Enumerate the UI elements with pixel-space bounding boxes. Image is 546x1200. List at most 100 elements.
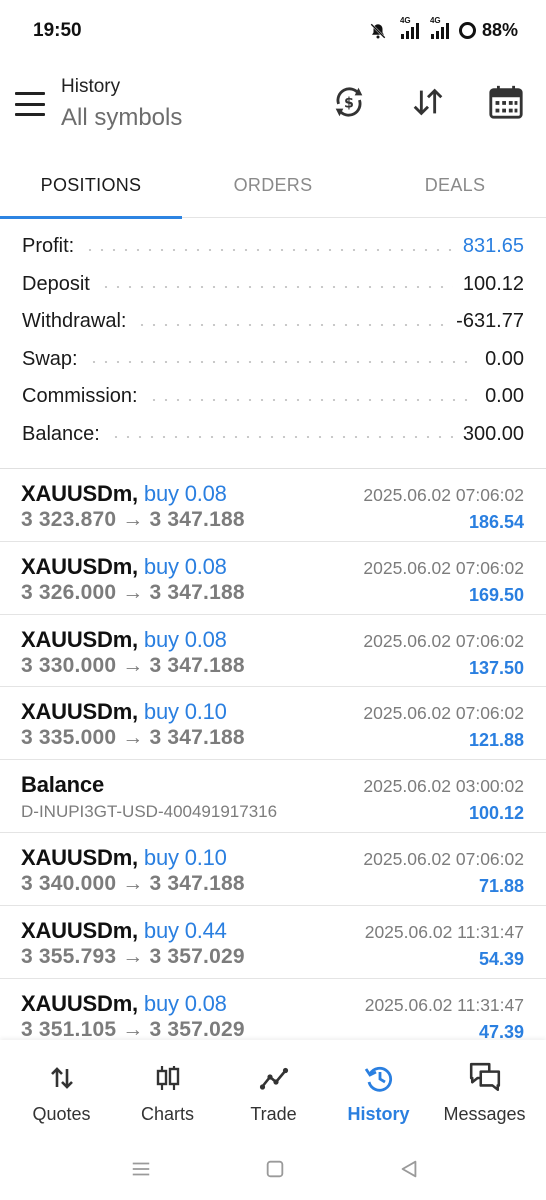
commission-label: Commission: — [22, 385, 138, 408]
deal-symbol: XAUUSDm, buy 0.44 — [21, 917, 227, 943]
deal-profit: 121.88 — [468, 730, 524, 751]
calendar-icon[interactable] — [486, 82, 526, 122]
dot-leader — [109, 436, 453, 439]
deal-time: 2025.06.02 07:06:02 — [363, 557, 524, 578]
recent-apps-icon[interactable] — [128, 1156, 154, 1182]
app-header: History All symbols $ — [0, 62, 546, 152]
list-item[interactable]: XAUUSDm, buy 0.10 3 335.000 → 3 347.188 … — [0, 687, 546, 761]
status-icons: 4G 4G 88% — [369, 16, 518, 41]
summary-row-profit: Profit: 831.65 — [0, 228, 546, 266]
signal-icon: 4G — [400, 16, 419, 39]
trade-icon — [259, 1062, 289, 1094]
nav-label: History — [347, 1104, 410, 1124]
deal-side: buy 0.10 — [143, 699, 227, 725]
nav-label: Trade — [250, 1104, 297, 1124]
deal-profit: 137.50 — [468, 657, 524, 678]
deal-symbol: XAUUSDm, buy 0.08 — [21, 553, 227, 579]
messages-icon — [468, 1062, 502, 1094]
deal-profit: 169.50 — [468, 584, 524, 605]
deal-time: 2025.06.02 07:06:02 — [363, 848, 524, 869]
dot-leader — [87, 361, 476, 364]
nav-history[interactable]: History — [324, 1040, 433, 1140]
deposit-value: 100.12 — [462, 272, 524, 295]
swap-label: Swap: — [22, 347, 78, 370]
balance-value: 300.00 — [462, 422, 524, 445]
deal-symbol: XAUUSDm, buy 0.08 — [21, 990, 227, 1016]
dot-leader — [136, 323, 447, 326]
quotes-icon — [47, 1062, 77, 1094]
tab-positions[interactable]: POSITIONS — [0, 152, 182, 218]
deal-symbol: XAUUSDm, buy 0.08 — [21, 481, 227, 506]
summary-row-balance: Balance: 300.00 — [0, 416, 546, 454]
nav-label: Charts — [140, 1104, 194, 1124]
deal-time: 2025.06.02 03:00:02 — [363, 776, 524, 797]
deal-time: 2025.06.02 11:31:47 — [364, 994, 524, 1015]
withdrawal-label: Withdrawal: — [22, 310, 127, 333]
deal-symbol: Balance — [21, 772, 104, 798]
bell-off-icon — [370, 22, 386, 39]
dot-leader — [99, 286, 453, 289]
list-item[interactable]: XAUUSDm, buy 0.10 3 340.000 → 3 347.188 … — [0, 833, 546, 906]
history-icon — [364, 1062, 394, 1094]
summary-row-withdrawal: Withdrawal: -631.77 — [0, 303, 546, 341]
deal-side: buy 0.10 — [143, 844, 227, 870]
deal-profit: 100.12 — [468, 803, 524, 824]
withdrawal-value: -631.77 — [456, 310, 524, 333]
list-item[interactable]: XAUUSDm, buy 0.44 3 355.793 → 3 357.029 … — [0, 906, 546, 979]
dot-leader — [147, 398, 476, 401]
page-title: History — [61, 76, 121, 97]
list-item[interactable]: XAUUSDm, buy 0.08 3 351.105 → 3 357.029 … — [0, 979, 546, 1041]
deal-side: buy 0.44 — [143, 917, 227, 943]
list-item[interactable]: XAUUSDm, buy 0.08 3 326.000 → 3 347.188 … — [0, 542, 546, 615]
deal-time: 2025.06.02 07:06:02 — [363, 485, 524, 505]
deal-side: buy 0.08 — [143, 990, 227, 1016]
swap-value: 0.00 — [485, 347, 524, 370]
deal-profit: 54.39 — [478, 948, 524, 969]
back-icon[interactable] — [396, 1156, 422, 1182]
active-tab-indicator — [0, 216, 182, 219]
deal-side: buy 0.08 — [143, 626, 227, 652]
bottom-navigation: Quotes Charts Trade History Messages — [0, 1040, 546, 1140]
nav-label: Messages — [443, 1104, 526, 1124]
list-item[interactable]: XAUUSDm, buy 0.08 3 330.000 → 3 347.188 … — [0, 615, 546, 688]
profit-label: Profit: — [22, 235, 75, 258]
list-item-balance[interactable]: Balance D-INUPI3GT-USD-400491917316 2025… — [0, 760, 546, 833]
history-tabs: POSITIONS ORDERS DEALS — [0, 152, 546, 219]
deposit-label: Deposit — [22, 272, 90, 295]
battery-icon — [458, 22, 476, 39]
deal-symbol: XAUUSDm, buy 0.10 — [21, 844, 227, 870]
symbol-filter[interactable]: All symbols — [61, 104, 182, 132]
sort-icon[interactable] — [408, 82, 448, 122]
deal-symbol: XAUUSDm, buy 0.10 — [21, 699, 227, 725]
deal-prices: 3 335.000 → 3 347.188 — [21, 726, 245, 750]
position-list: XAUUSDm, buy 0.08 3 323.870 → 3 347.188 … — [0, 469, 546, 1041]
system-navigation-bar — [0, 1140, 546, 1200]
summary-row-deposit: Deposit 100.12 — [0, 266, 546, 304]
deal-time: 2025.06.02 07:06:02 — [363, 630, 524, 651]
signal-icon-2: 4G — [430, 16, 449, 39]
charts-icon — [153, 1062, 183, 1094]
commission-value: 0.00 — [485, 385, 524, 408]
deal-prices: 3 351.105 → 3 357.029 — [21, 1017, 245, 1041]
list-item[interactable]: XAUUSDm, buy 0.08 3 323.870 → 3 347.188 … — [0, 469, 546, 542]
svg-text:$: $ — [344, 96, 354, 112]
deal-prices: 3 326.000 → 3 347.188 — [21, 580, 245, 604]
nav-charts[interactable]: Charts — [113, 1040, 222, 1140]
home-icon[interactable] — [262, 1156, 288, 1182]
balance-label: Balance: — [22, 422, 100, 445]
nav-quotes[interactable]: Quotes — [7, 1040, 116, 1140]
deal-prices: 3 355.793 → 3 357.029 — [21, 944, 245, 968]
profit-value: 831.65 — [462, 235, 524, 258]
nav-trade[interactable]: Trade — [219, 1040, 328, 1140]
tab-deals[interactable]: DEALS — [364, 152, 546, 218]
menu-icon[interactable] — [14, 90, 46, 118]
tab-orders[interactable]: ORDERS — [182, 152, 364, 218]
deal-time: 2025.06.02 11:31:47 — [364, 921, 524, 942]
deal-profit: 186.54 — [468, 512, 524, 532]
currency-exchange-icon[interactable]: $ — [329, 82, 369, 122]
nav-messages[interactable]: Messages — [430, 1040, 539, 1140]
deal-side: buy 0.08 — [143, 553, 227, 579]
deal-profit: 71.88 — [478, 875, 524, 896]
summary-row-commission: Commission: 0.00 — [0, 378, 546, 416]
summary-panel: Profit: 831.65 Deposit 100.12 Withdrawal… — [0, 228, 546, 453]
